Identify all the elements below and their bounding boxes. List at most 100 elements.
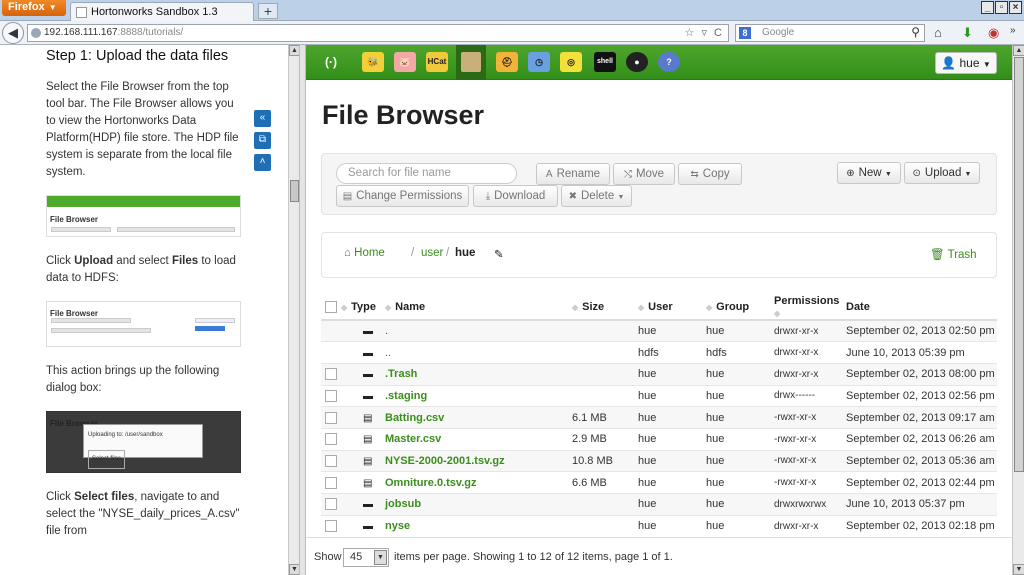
column-header-permissions[interactable]: Permissions ◆ [774, 295, 846, 321]
file-name-link[interactable]: NYSE-2000-2001.tsv.gz [385, 455, 505, 467]
table-row[interactable]: ▤ Omniture.0.tsv.gz 6.6 MB hue hue -rwxr-xr-x… [321, 471, 997, 494]
table-row[interactable]: ▤ NYSE-2000-2001.tsv.gz 10.8 MB hue hue -rwxr… [321, 449, 997, 472]
addon-icon[interactable]: ◉ [988, 25, 999, 41]
move-button[interactable]: ⤭ Move [613, 163, 675, 185]
trash-link[interactable]: 🗑 Trash [930, 247, 977, 261]
row-checkbox[interactable] [325, 389, 337, 402]
table-row[interactable]: ▬ nyse hue hue drwxr-xr-x September 02, 2013 … [321, 514, 997, 537]
row-checkbox-cell[interactable] [321, 514, 341, 537]
minimize-icon[interactable]: _ [981, 1, 994, 14]
name-cell[interactable]: NYSE-2000-2001.tsv.gz [385, 449, 572, 472]
file-name-link[interactable]: jobsub [385, 498, 421, 510]
column-header-group[interactable]: ◆ Group [706, 295, 774, 321]
pane-splitter[interactable] [299, 45, 306, 575]
shell-icon[interactable]: shell [594, 52, 616, 72]
table-row[interactable]: ▬. hue hue drwxr-xr-x September 02, 2013 02:… [321, 319, 997, 342]
help-icon[interactable]: ? [658, 52, 680, 72]
scroll-down-icon[interactable]: ▼ [1013, 564, 1024, 575]
row-checkbox-cell[interactable] [321, 427, 341, 451]
user-admin-icon[interactable]: ● [626, 52, 648, 72]
column-header-type[interactable]: ◆ Type [341, 295, 385, 321]
search-icon[interactable]: ⚲ [911, 25, 920, 39]
file-search-input[interactable]: Search for file name [336, 163, 517, 184]
table-row[interactable]: ▬ .staging hue hue drwx------ September 02, 2… [321, 384, 997, 407]
delete-button[interactable]: ✖ Delete ▼ [561, 185, 632, 207]
breadcrumb-user[interactable]: user [421, 247, 443, 259]
row-checkbox-cell[interactable] [321, 471, 341, 494]
row-checkbox[interactable] [325, 433, 337, 446]
select-all-checkbox[interactable] [321, 295, 341, 321]
column-header-user[interactable]: ◆ User [638, 295, 706, 321]
job-browser-icon[interactable]: ◎ [560, 52, 582, 72]
menu-chevron-icon[interactable]: » [1010, 25, 1016, 36]
new-button[interactable]: ⊕ New ▼ [837, 162, 901, 184]
name-cell[interactable]: .staging [385, 384, 572, 407]
row-checkbox[interactable] [325, 476, 337, 489]
table-row[interactable]: ▬.. hdfs hdfs drwxr-xr-x June 10, 2013 05:39… [321, 341, 997, 364]
name-cell[interactable]: jobsub [385, 493, 572, 516]
oozie-icon[interactable]: ◷ [528, 52, 550, 72]
breadcrumb-home[interactable]: ⌂ Home [344, 247, 385, 259]
close-icon[interactable]: × [1009, 1, 1022, 14]
file-name-link[interactable]: .. [385, 347, 391, 359]
table-row[interactable]: ▬ .Trash hue hue drwxr-xr-x September 02, 201… [321, 362, 997, 386]
new-tab-button[interactable]: + [258, 3, 278, 19]
change-permissions-button[interactable]: ▤ Change Permissions [336, 185, 469, 207]
beeswax-icon[interactable]: 🐝 [362, 52, 384, 72]
download-icon[interactable]: ⬇ [962, 25, 973, 41]
name-cell[interactable]: Omniture.0.tsv.gz [385, 471, 572, 494]
scroll-thumb[interactable] [1014, 57, 1024, 472]
popout-icon[interactable]: ⧉ [254, 132, 271, 149]
upload-button[interactable]: ⊙ Upload ▼ [904, 162, 980, 184]
app-scrollbar[interactable]: ▲ ▼ [1012, 45, 1024, 575]
name-cell[interactable]: nyse [385, 514, 572, 537]
job-designer-icon[interactable]: ⛑ [496, 52, 518, 72]
firefox-menu-button[interactable]: Firefox ▼ [2, 0, 66, 16]
scroll-up-icon[interactable]: ▲ [1013, 45, 1024, 56]
tutorial-scrollbar[interactable]: ▲ ▼ [288, 45, 300, 575]
file-name-link[interactable]: Master.csv [385, 433, 441, 445]
column-header-name[interactable]: ◆ Name [385, 295, 572, 321]
row-checkbox[interactable] [325, 455, 337, 468]
file-name-link[interactable]: .staging [385, 390, 427, 402]
browser-search-bar[interactable]: 8 Google ⚲ [735, 24, 925, 42]
row-checkbox-cell[interactable] [321, 384, 341, 407]
table-row[interactable]: ▬ jobsub hue hue drwxrwxrwx June 10, 2013 05:… [321, 493, 997, 516]
edit-path-icon[interactable]: ✎ [494, 247, 504, 261]
chevron-up-icon[interactable]: ˄ [254, 154, 271, 171]
file-browser-app-icon[interactable] [456, 45, 486, 80]
file-name-link[interactable]: Batting.csv [385, 412, 444, 424]
name-cell[interactable]: .Trash [385, 362, 572, 386]
column-header-size[interactable]: ◆ Size [572, 295, 638, 321]
row-checkbox-cell[interactable] [321, 406, 341, 429]
page-size-select[interactable]: 45 ▼ [343, 548, 389, 567]
table-row[interactable]: ▤ Master.csv 2.9 MB hue hue -rwxr-xr-x Septemb… [321, 427, 997, 451]
collapse-left-icon[interactable]: « [254, 110, 271, 127]
row-checkbox-cell[interactable] [321, 362, 341, 386]
home-icon[interactable]: ⌂ [934, 25, 942, 40]
restore-icon[interactable]: ▫ [995, 1, 1008, 14]
url-bar[interactable]: 192.168.111.167:8888/tutorials/ ☆ ▿ C [27, 24, 729, 42]
row-checkbox[interactable] [325, 498, 337, 511]
table-row[interactable]: ▤ Batting.csv 6.1 MB hue hue -rwxr-xr-x Septem… [321, 406, 997, 429]
file-name-link[interactable]: .Trash [385, 368, 417, 380]
row-checkbox-cell[interactable] [321, 493, 341, 516]
column-header-date[interactable]: Date [846, 295, 997, 321]
hue-logo-icon[interactable]: (·) [320, 52, 342, 72]
scroll-thumb[interactable] [290, 180, 299, 202]
copy-button[interactable]: ⇆ Copy [678, 163, 742, 185]
rename-button[interactable]: A Rename [536, 163, 610, 185]
back-button[interactable]: ◀ [2, 22, 24, 44]
row-checkbox[interactable] [325, 368, 337, 381]
file-name-link[interactable]: . [385, 325, 388, 337]
file-name-link[interactable]: nyse [385, 520, 410, 532]
row-checkbox[interactable] [325, 411, 337, 424]
browser-tab[interactable]: Hortonworks Sandbox 1.3 [70, 2, 254, 21]
name-cell[interactable]: Batting.csv [385, 406, 572, 429]
row-checkbox-cell[interactable] [321, 449, 341, 472]
download-button[interactable]: ⤓ Download [473, 185, 558, 207]
hcatalog-icon[interactable]: HCat [426, 52, 448, 72]
bookmark-star-icon[interactable]: ☆ ▿ C [685, 26, 724, 39]
name-cell[interactable]: Master.csv [385, 427, 572, 451]
row-checkbox[interactable] [325, 520, 337, 533]
